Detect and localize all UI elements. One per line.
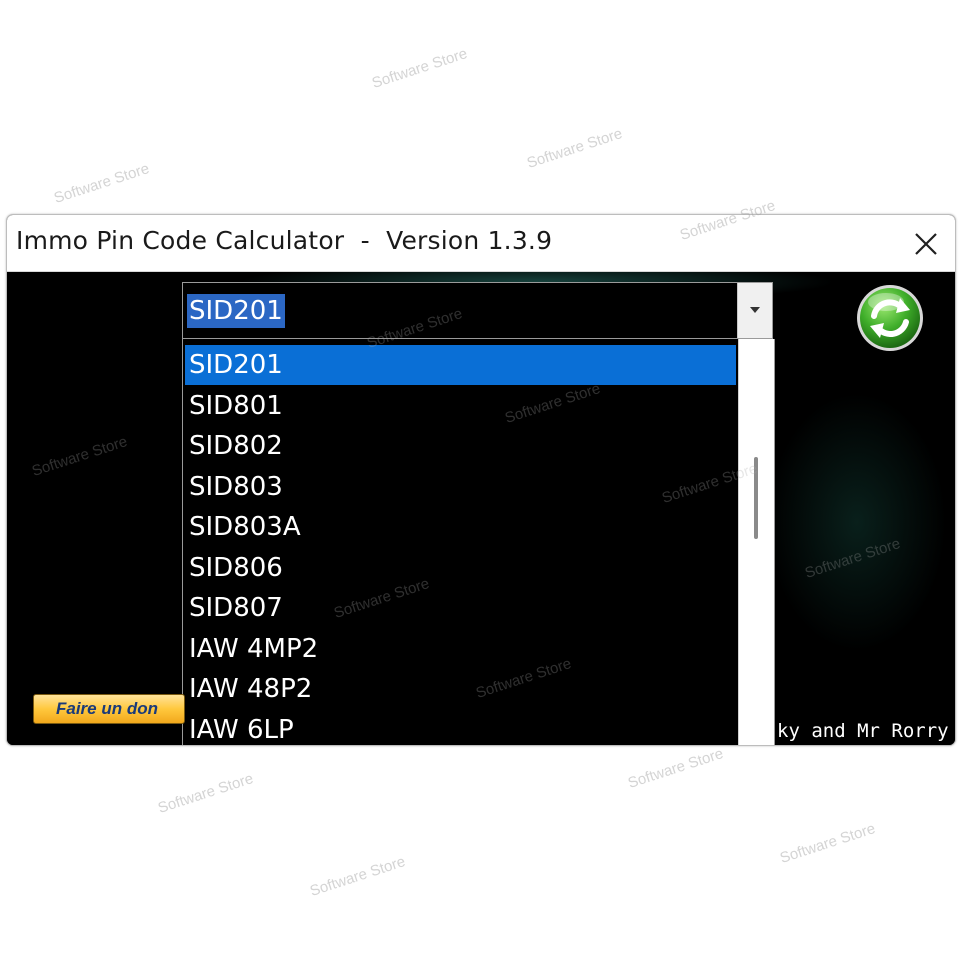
dropdown-option[interactable]: SID201 <box>185 345 736 385</box>
background-glow-right <box>767 392 947 652</box>
watermark: Software Store <box>524 125 625 172</box>
donate-button[interactable]: Faire un don <box>33 694 185 724</box>
ecu-type-dropdown-list[interactable]: SID201 SID801 SID802 SID803 SID803A SID8… <box>182 339 775 745</box>
watermark: Software Store <box>51 160 152 207</box>
refresh-button[interactable] <box>854 282 926 354</box>
dropdown-option[interactable]: IAW 4MP2 <box>185 629 736 669</box>
window-title: Immo Pin Code Calculator - Version 1.3.9 <box>16 226 553 255</box>
refresh-icon <box>857 285 923 351</box>
donate-button-label: Faire un don <box>56 699 158 718</box>
title-bar: Immo Pin Code Calculator - Version 1.3.9 <box>7 215 955 272</box>
main-content: SID201 SID201 SID801 SID802 SID803 SID80… <box>7 272 955 745</box>
dropdown-option[interactable]: SID801 <box>185 386 736 426</box>
watermark: Software Store <box>625 745 726 792</box>
screenshot-stage: Immo Pin Code Calculator - Version 1.3.9… <box>0 0 960 960</box>
watermark: Software Store <box>155 770 256 817</box>
watermark: Software Store <box>777 820 878 867</box>
combo-selected-value[interactable]: SID201 <box>187 294 285 328</box>
dropdown-option[interactable]: SID803A <box>185 507 736 547</box>
dropdown-option[interactable]: SID807 <box>185 588 736 628</box>
scrollbar-thumb[interactable] <box>754 457 758 539</box>
credits-text: ky and Mr Rorry <box>777 720 949 742</box>
app-window: Immo Pin Code Calculator - Version 1.3.9… <box>6 214 956 746</box>
dropdown-option[interactable]: SID803 <box>185 467 736 507</box>
dropdown-option[interactable]: SID802 <box>185 426 736 466</box>
chevron-down-icon <box>750 307 760 313</box>
ecu-type-combobox[interactable]: SID201 <box>182 282 773 339</box>
watermark: Software Store <box>369 45 470 92</box>
dropdown-option[interactable]: IAW 6LP <box>185 710 736 746</box>
close-icon <box>915 233 937 255</box>
dropdown-option[interactable]: SID806 <box>185 548 736 588</box>
dropdown-scrollbar[interactable] <box>738 339 774 745</box>
close-button[interactable] <box>903 221 949 267</box>
combo-dropdown-button[interactable] <box>737 283 772 338</box>
watermark: Software Store <box>307 853 408 900</box>
dropdown-option[interactable]: IAW 48P2 <box>185 669 736 709</box>
